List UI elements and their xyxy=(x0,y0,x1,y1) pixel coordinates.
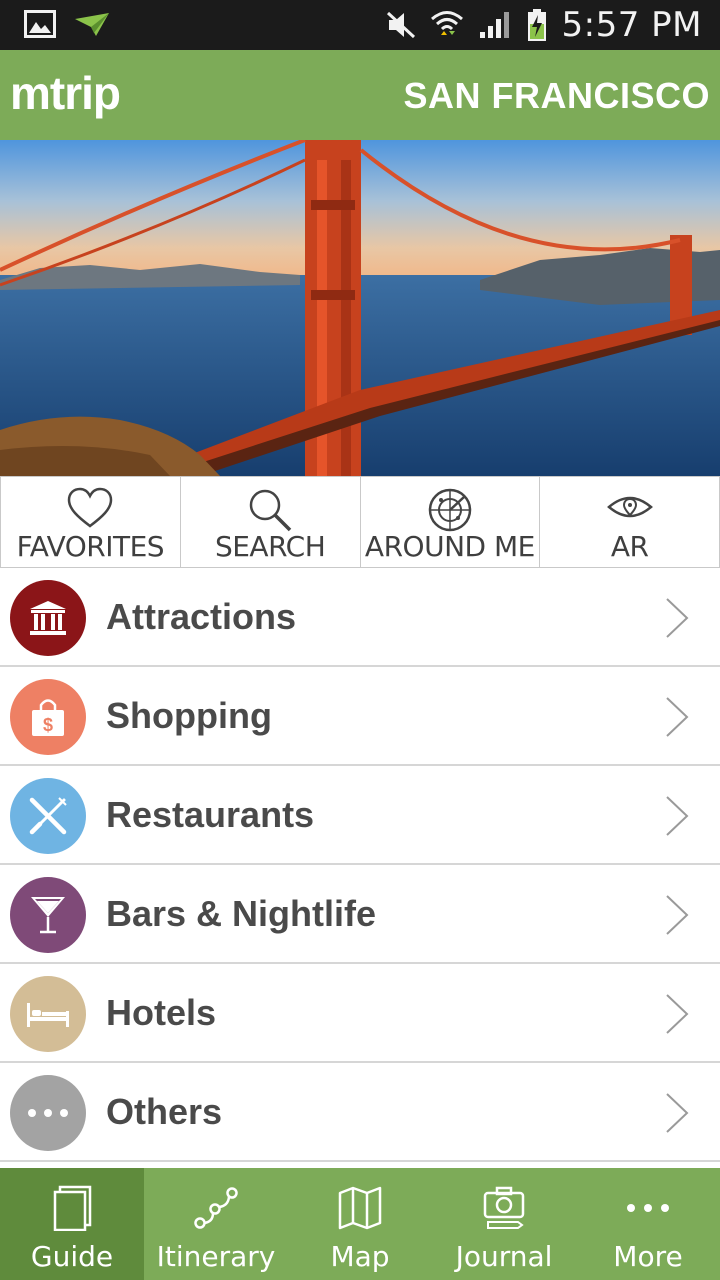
category-bars-nightlife[interactable]: Bars & Nightlife xyxy=(0,865,720,964)
city-title[interactable]: SAN FRANCISCO xyxy=(403,75,710,117)
heart-icon xyxy=(68,487,113,528)
tab-journal[interactable]: Journal xyxy=(432,1168,576,1280)
app-header: mtrip SAN FRANCISCO xyxy=(0,50,720,140)
ar-button[interactable]: AR xyxy=(540,477,720,567)
category-label: Attractions xyxy=(106,596,297,637)
chevron-right-icon xyxy=(666,796,689,836)
ar-label: AR xyxy=(610,530,649,563)
chevron-right-icon xyxy=(666,895,689,935)
clock: 5:57 PM xyxy=(561,5,702,45)
search-label: SEARCH xyxy=(214,530,326,563)
status-bar: 5:57 PM xyxy=(0,0,720,50)
category-shopping[interactable]: $ Shopping xyxy=(0,667,720,766)
favorites-button[interactable]: FAVORITES xyxy=(0,477,181,567)
bed-icon xyxy=(10,976,86,1052)
cocktail-icon xyxy=(10,877,86,953)
tab-label: Itinerary xyxy=(156,1240,276,1273)
around-me-label: AROUND ME xyxy=(364,530,535,563)
battery-charging-icon xyxy=(527,9,546,41)
category-label: Shopping xyxy=(106,695,272,736)
tab-itinerary[interactable]: Itinerary xyxy=(144,1168,288,1280)
category-list: Attractions $ Shopping Restaurants Bars … xyxy=(0,568,720,1162)
quick-actions: FAVORITES SEARCH AROUND ME AR xyxy=(0,476,720,568)
chevron-right-icon xyxy=(666,598,689,638)
route-icon xyxy=(194,1187,238,1229)
radar-icon xyxy=(428,488,472,532)
camera-icon xyxy=(483,1186,525,1229)
chevron-right-icon xyxy=(666,697,689,737)
search-button[interactable]: SEARCH xyxy=(181,477,361,567)
category-others[interactable]: Others xyxy=(0,1063,720,1162)
bottom-tab-bar: Guide Itinerary Map Journal More xyxy=(0,1168,720,1280)
eye-icon xyxy=(606,496,653,518)
tab-label: Journal xyxy=(455,1240,553,1273)
chevron-right-icon xyxy=(666,994,689,1034)
category-label: Others xyxy=(106,1091,223,1132)
chevron-right-icon xyxy=(666,1093,689,1133)
more-dots-icon xyxy=(627,1204,669,1212)
book-icon xyxy=(53,1185,92,1231)
museum-icon xyxy=(10,580,86,656)
tab-label: More xyxy=(613,1240,683,1273)
category-label: Restaurants xyxy=(106,794,315,835)
tab-map[interactable]: Map xyxy=(288,1168,432,1280)
tab-more[interactable]: More xyxy=(576,1168,720,1280)
send-icon xyxy=(75,13,109,36)
svg-text:$: $ xyxy=(43,715,53,735)
map-icon xyxy=(338,1186,382,1230)
brand-logo[interactable]: mtrip xyxy=(10,66,121,120)
tab-label: Map xyxy=(330,1240,390,1273)
tab-guide[interactable]: Guide xyxy=(0,1168,144,1280)
search-icon xyxy=(249,489,292,532)
mute-icon xyxy=(386,11,415,39)
wifi-icon xyxy=(430,11,463,35)
tab-label: Guide xyxy=(30,1240,114,1273)
category-label: Hotels xyxy=(106,992,217,1033)
category-hotels[interactable]: Hotels xyxy=(0,964,720,1063)
category-attractions[interactable]: Attractions xyxy=(0,568,720,667)
more-dots-icon xyxy=(10,1075,86,1151)
cutlery-icon xyxy=(10,778,86,854)
shopping-bag-icon: $ xyxy=(10,679,86,755)
signal-icon xyxy=(479,12,509,38)
category-label: Bars & Nightlife xyxy=(106,893,377,934)
favorites-label: FAVORITES xyxy=(16,530,165,563)
category-restaurants[interactable]: Restaurants xyxy=(0,766,720,865)
gallery-icon xyxy=(24,10,56,38)
hero-image xyxy=(0,140,720,476)
around-me-button[interactable]: AROUND ME xyxy=(361,477,541,567)
